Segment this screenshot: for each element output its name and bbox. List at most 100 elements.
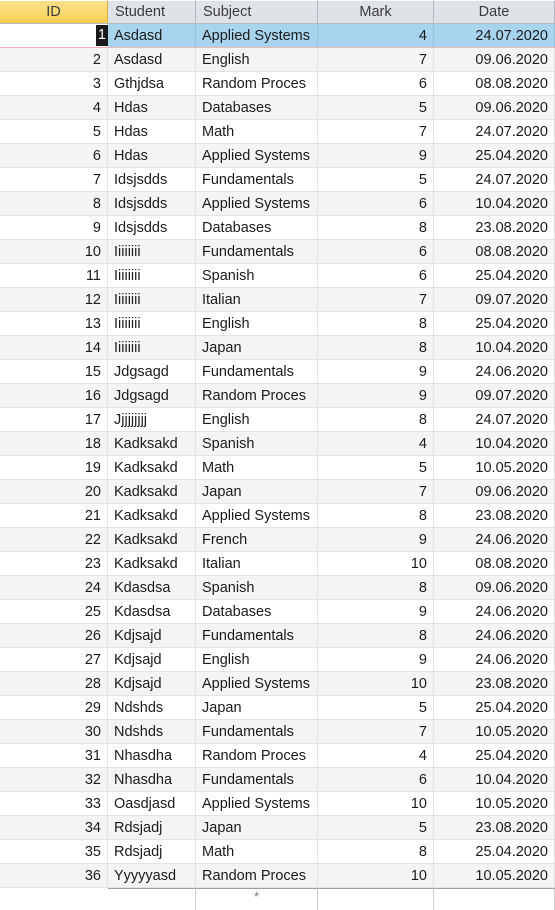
- cell-student[interactable]: Kdjsajd: [108, 648, 196, 671]
- cell-subject[interactable]: Italian: [196, 552, 318, 575]
- cell-date[interactable]: 25.04.2020: [434, 144, 555, 167]
- table-row[interactable]: 8 Idsjsdds Applied Systems 6 10.04.2020: [0, 192, 555, 216]
- cell-student[interactable]: Kdjsajd: [108, 624, 196, 647]
- cell-mark[interactable]: 9: [318, 144, 434, 167]
- cell-mark[interactable]: 5: [318, 456, 434, 479]
- cell-mark[interactable]: 5: [318, 696, 434, 719]
- table-row[interactable]: 12 Iiiiiiii Italian 7 09.07.2020: [0, 288, 555, 312]
- cell-student[interactable]: Asdasd: [108, 48, 196, 71]
- table-row[interactable]: 14 Iiiiiiii Japan 8 10.04.2020: [0, 336, 555, 360]
- datasheet-grid[interactable]: ID Student Subject Mark Date 1 Asdasd Applied …: [0, 0, 555, 910]
- id-cell-editor[interactable]: 1: [6, 24, 108, 47]
- table-row[interactable]: 18 Kadksakd Spanish 4 10.04.2020: [0, 432, 555, 456]
- cell-id[interactable]: 6: [0, 144, 108, 167]
- cell-id[interactable]: 35: [0, 840, 108, 863]
- cell-mark[interactable]: 10: [318, 864, 434, 887]
- cell-student[interactable]: Idsjsdds: [108, 168, 196, 191]
- cell-date[interactable]: 10.05.2020: [434, 792, 555, 815]
- table-row[interactable]: 22 Kadksakd French 9 24.06.2020: [0, 528, 555, 552]
- table-row[interactable]: 30 Ndshds Fundamentals 7 10.05.2020: [0, 720, 555, 744]
- cell-subject[interactable]: Applied Systems: [196, 24, 318, 47]
- table-row[interactable]: 35 Rdsjadj Math 8 25.04.2020: [0, 840, 555, 864]
- cell-id[interactable]: 24: [0, 576, 108, 599]
- table-row[interactable]: 1 Asdasd Applied Systems 4 24.07.2020: [0, 24, 555, 48]
- table-row[interactable]: 36 Yyyyyasd Random Proces 10 10.05.2020: [0, 864, 555, 888]
- cell-student[interactable]: Ndshds: [108, 720, 196, 743]
- cell-id[interactable]: 14: [0, 336, 108, 359]
- cell-mark[interactable]: 5: [318, 816, 434, 839]
- cell-id[interactable]: 28: [0, 672, 108, 695]
- cell-id[interactable]: 32: [0, 768, 108, 791]
- table-row[interactable]: 29 Ndshds Japan 5 25.04.2020: [0, 696, 555, 720]
- cell-mark[interactable]: 7: [318, 48, 434, 71]
- cell-mark[interactable]: 8: [318, 840, 434, 863]
- cell-id[interactable]: 2: [0, 48, 108, 71]
- cell-mark[interactable]: 8: [318, 408, 434, 431]
- cell-date[interactable]: 24.07.2020: [434, 408, 555, 431]
- cell-date[interactable]: 25.04.2020: [434, 840, 555, 863]
- cell-subject[interactable]: Random Proces: [196, 744, 318, 767]
- table-row[interactable]: 4 Hdas Databases 5 09.06.2020: [0, 96, 555, 120]
- cell-date[interactable]: 08.08.2020: [434, 240, 555, 263]
- cell-subject[interactable]: Japan: [196, 480, 318, 503]
- cell-date[interactable]: 24.07.2020: [434, 24, 555, 47]
- cell-subject[interactable]: Random Proces: [196, 384, 318, 407]
- table-row[interactable]: 7 Idsjsdds Fundamentals 5 24.07.2020: [0, 168, 555, 192]
- cell-subject[interactable]: Applied Systems: [196, 792, 318, 815]
- cell-date[interactable]: 10.05.2020: [434, 864, 555, 887]
- cell-student[interactable]: Iiiiiiii: [108, 336, 196, 359]
- new-record-cell-mark[interactable]: [318, 888, 434, 910]
- cell-id[interactable]: 15: [0, 360, 108, 383]
- cell-student[interactable]: Hdas: [108, 120, 196, 143]
- cell-date[interactable]: 09.06.2020: [434, 48, 555, 71]
- cell-mark[interactable]: 6: [318, 72, 434, 95]
- cell-student[interactable]: Asdasd: [108, 24, 196, 47]
- cell-student[interactable]: Kdasdsa: [108, 576, 196, 599]
- cell-mark[interactable]: 7: [318, 480, 434, 503]
- table-row[interactable]: 9 Idsjsdds Databases 8 23.08.2020: [0, 216, 555, 240]
- cell-date[interactable]: 24.07.2020: [434, 168, 555, 191]
- cell-id[interactable]: 25: [0, 600, 108, 623]
- cell-id[interactable]: 12: [0, 288, 108, 311]
- chevron-down-icon[interactable]: [536, 1, 554, 23]
- cell-date[interactable]: 25.04.2020: [434, 312, 555, 335]
- cell-subject[interactable]: French: [196, 528, 318, 551]
- cell-id[interactable]: 33: [0, 792, 108, 815]
- cell-student[interactable]: Hdas: [108, 144, 196, 167]
- cell-student[interactable]: Yyyyyasd: [108, 864, 196, 887]
- cell-student[interactable]: Jjjjjjjjj: [108, 408, 196, 431]
- cell-subject[interactable]: English: [196, 312, 318, 335]
- cell-id[interactable]: 27: [0, 648, 108, 671]
- cell-subject[interactable]: English: [196, 48, 318, 71]
- cell-mark[interactable]: 4: [318, 744, 434, 767]
- cell-student[interactable]: Nhasdha: [108, 744, 196, 767]
- cell-date[interactable]: 09.07.2020: [434, 384, 555, 407]
- cell-date[interactable]: 08.08.2020: [434, 552, 555, 575]
- cell-mark[interactable]: 5: [318, 168, 434, 191]
- chevron-down-icon[interactable]: [89, 1, 107, 23]
- cell-subject[interactable]: Applied Systems: [196, 504, 318, 527]
- column-header-mark[interactable]: Mark: [318, 0, 434, 23]
- cell-subject[interactable]: Random Proces: [196, 72, 318, 95]
- cell-id[interactable]: 16: [0, 384, 108, 407]
- cell-mark[interactable]: 5: [318, 96, 434, 119]
- cell-student[interactable]: Iiiiiiii: [108, 312, 196, 335]
- table-row[interactable]: 17 Jjjjjjjjj English 8 24.07.2020: [0, 408, 555, 432]
- cell-subject[interactable]: Japan: [196, 696, 318, 719]
- table-row[interactable]: 2 Asdasd English 7 09.06.2020: [0, 48, 555, 72]
- cell-date[interactable]: 10.04.2020: [434, 432, 555, 455]
- cell-mark[interactable]: 10: [318, 552, 434, 575]
- cell-mark[interactable]: 7: [318, 720, 434, 743]
- cell-date[interactable]: 25.04.2020: [434, 264, 555, 287]
- cell-mark[interactable]: 9: [318, 600, 434, 623]
- cell-id[interactable]: 17: [0, 408, 108, 431]
- cell-id[interactable]: 9: [0, 216, 108, 239]
- cell-date[interactable]: 24.06.2020: [434, 600, 555, 623]
- cell-subject[interactable]: Spanish: [196, 264, 318, 287]
- cell-date[interactable]: 24.06.2020: [434, 624, 555, 647]
- new-record-cell-date[interactable]: [434, 888, 555, 910]
- cell-id[interactable]: 8: [0, 192, 108, 215]
- table-row[interactable]: 33 Oasdjasd Applied Systems 10 10.05.2020: [0, 792, 555, 816]
- cell-subject[interactable]: Math: [196, 120, 318, 143]
- cell-student[interactable]: Kdjsajd: [108, 672, 196, 695]
